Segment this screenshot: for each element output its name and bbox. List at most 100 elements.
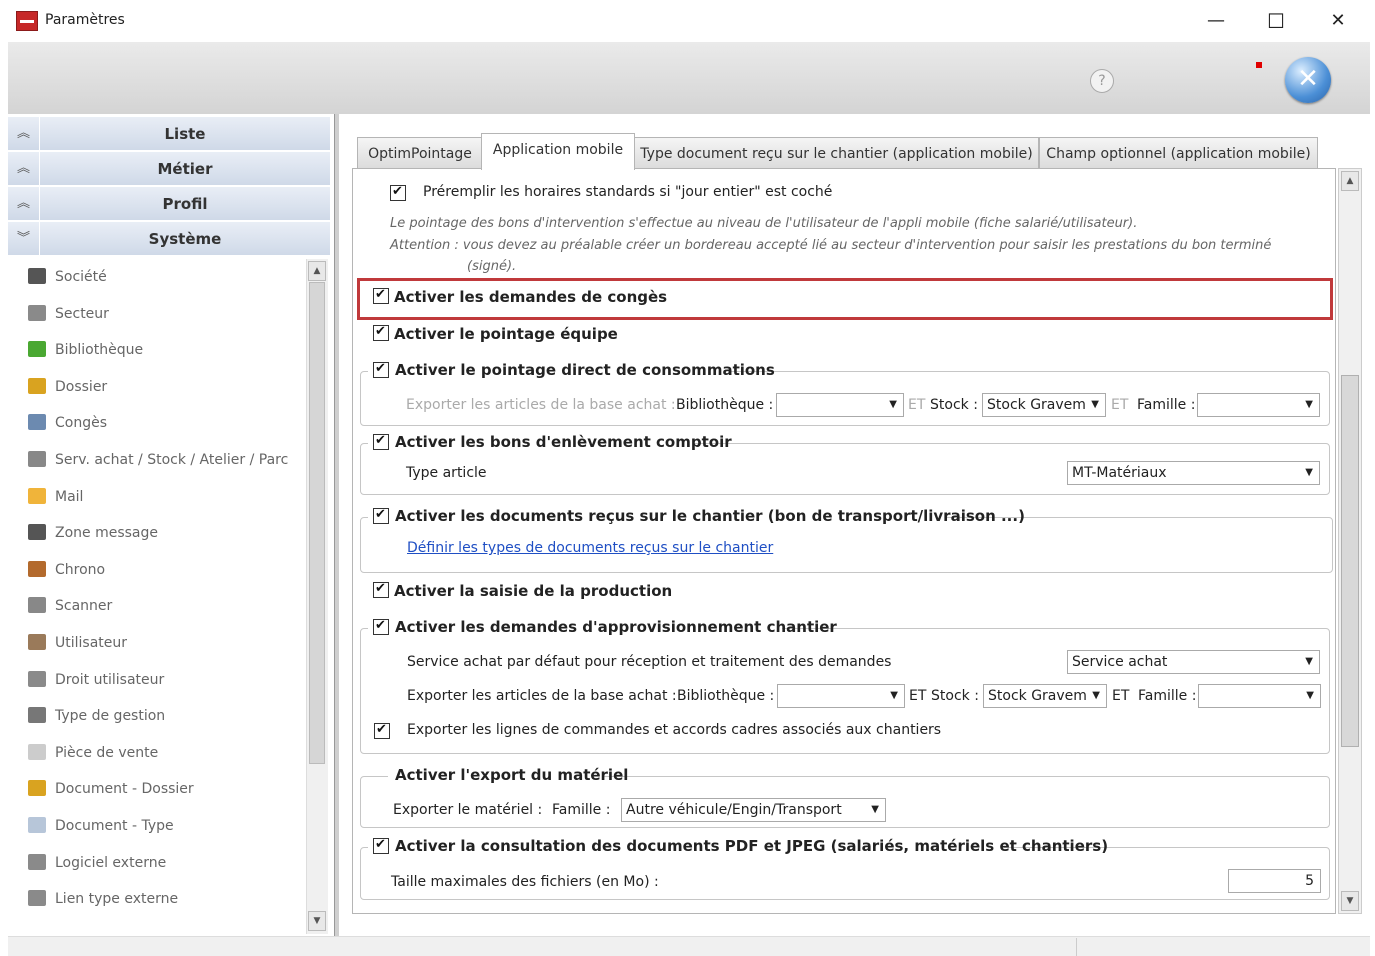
link-icon xyxy=(28,890,46,907)
stock-select-value: Stock Gravem xyxy=(988,688,1087,704)
content-scroll-thumb[interactable] xyxy=(1341,375,1359,747)
sidebar-item[interactable]: Lien type externe xyxy=(28,885,298,913)
sidebar-item[interactable]: Bibliothèque xyxy=(28,336,298,364)
sidebar-item-label: Lien type externe xyxy=(55,891,179,908)
building-icon xyxy=(28,268,46,284)
folder-icon xyxy=(28,377,46,394)
dropdown-arrow-icon: ▼ xyxy=(890,690,898,701)
scroll-up-arrow-icon[interactable]: ▲ xyxy=(1341,171,1359,191)
scroll-down-arrow-icon[interactable]: ▼ xyxy=(1341,891,1359,911)
team-clocking-checkbox[interactable] xyxy=(373,324,389,341)
dropdown-arrow-icon: ▼ xyxy=(1091,399,1099,410)
sidebar-item[interactable]: Document - Dossier xyxy=(28,775,298,803)
dropdown-arrow-icon: ▼ xyxy=(871,804,879,815)
sector-icon xyxy=(28,304,46,321)
direct-consumption-checkbox[interactable] xyxy=(373,361,389,378)
sidebar-item[interactable]: Logiciel externe xyxy=(28,849,298,877)
family-label: Famille : xyxy=(552,802,611,818)
supply-requests-label: Activer les demandes d'approvisionnement… xyxy=(395,618,837,636)
scroll-down-arrow-icon[interactable]: ▼ xyxy=(308,911,326,931)
tab-application-mobile[interactable]: Application mobile xyxy=(481,133,635,170)
dropdown-arrow-icon: ▼ xyxy=(1305,656,1313,667)
chevron-up-icon: ︽ xyxy=(8,187,40,221)
prefill-hours-checkbox[interactable] xyxy=(390,184,406,201)
library-select-1[interactable]: ▼ xyxy=(776,393,904,417)
sidebar-item[interactable]: Scanner xyxy=(28,592,298,620)
dropdown-arrow-icon: ▼ xyxy=(1305,467,1313,478)
family-select-2[interactable]: ▼ xyxy=(1198,684,1321,708)
equipment-family-select[interactable]: Autre véhicule/Engin/Transport ▼ xyxy=(621,798,886,822)
sidebar-item[interactable]: Zone message xyxy=(28,519,298,547)
sidebar-item[interactable]: Dossier xyxy=(28,373,298,401)
sidebar-item[interactable]: Droit utilisateur xyxy=(28,666,298,694)
counter-removal-checkbox[interactable] xyxy=(373,433,389,450)
equipment-family-value: Autre véhicule/Engin/Transport xyxy=(626,802,842,818)
sidebar-section-systeme[interactable]: ︾ Système xyxy=(8,222,330,256)
close-window-button[interactable]: ✕ xyxy=(1315,6,1361,36)
site-documents-checkbox[interactable] xyxy=(373,507,389,524)
pdf-consult-label: Activer la consultation des documents PD… xyxy=(395,837,1109,855)
export-order-lines-label: Exporter les lignes de commandes et acco… xyxy=(407,722,942,738)
note-line-1: Le pointage des bons d'intervention s'ef… xyxy=(390,216,1138,231)
stock-select-2[interactable]: Stock Gravem ▼ xyxy=(983,684,1107,708)
maximize-button[interactable]: ☐ xyxy=(1253,6,1299,36)
production-entry-checkbox[interactable] xyxy=(373,581,389,598)
sidebar-item-label: Secteur xyxy=(55,305,109,322)
sidebar-section-profil[interactable]: ︽ Profil xyxy=(8,187,330,221)
library-select-2[interactable]: ▼ xyxy=(777,684,905,708)
coin-icon xyxy=(28,743,46,760)
stock-label: Stock : xyxy=(930,397,978,413)
library-label: Bibliothèque : xyxy=(676,397,774,413)
supply-requests-checkbox[interactable] xyxy=(373,618,389,635)
max-file-size-label: Taille maximales des fichiers (en Mo) : xyxy=(391,874,659,890)
sidebar-item-label: Document - Dossier xyxy=(55,781,194,798)
close-settings-icon[interactable]: ✕ xyxy=(1285,57,1331,103)
help-icon[interactable]: ? xyxy=(1090,69,1114,93)
sidebar-item[interactable]: Type de gestion xyxy=(28,702,298,730)
purchase-service-select[interactable]: Service achat ▼ xyxy=(1067,650,1320,674)
title-bar: Paramètres — ☐ ✕ xyxy=(0,0,1375,42)
export-order-lines-checkbox[interactable] xyxy=(374,722,390,739)
counter-removal-label: Activer les bons d'enlèvement comptoir xyxy=(395,433,732,451)
sidebar-item[interactable]: Société xyxy=(28,263,298,291)
section-label: Profil xyxy=(162,195,208,213)
notification-dot xyxy=(1256,62,1262,68)
sidebar-item[interactable]: Secteur xyxy=(28,300,298,328)
pdf-consult-checkbox[interactable] xyxy=(373,837,389,854)
sidebar-item-label: Serv. achat / Stock / Atelier / Parc xyxy=(55,452,289,468)
sidebar-item-label: Logiciel externe xyxy=(55,854,167,871)
sidebar-scroll-thumb[interactable] xyxy=(309,282,325,764)
prefill-hours-label: Préremplir les horaires standards si "jo… xyxy=(423,184,833,200)
sidebar-item[interactable]: Serv. achat / Stock / Atelier / Parc xyxy=(28,446,298,474)
sidebar-item-label: Scanner xyxy=(55,598,113,615)
sidebar-item[interactable]: Congès xyxy=(28,409,298,437)
sidebar-item-label: Droit utilisateur xyxy=(55,671,165,688)
family-select-1[interactable]: ▼ xyxy=(1197,393,1320,417)
export-articles-label-disabled: Exporter les articles de la base achat : xyxy=(406,397,676,413)
sidebar-section-metier[interactable]: ︽ Métier xyxy=(8,152,330,186)
user-icon xyxy=(28,634,46,650)
document-icon xyxy=(28,817,46,833)
define-doc-types-link[interactable]: Définir les types de documents reçus sur… xyxy=(407,540,773,556)
scroll-up-arrow-icon[interactable]: ▲ xyxy=(308,261,326,281)
tab-type-document[interactable]: Type document reçu sur le chantier (appl… xyxy=(634,137,1039,169)
stock-select-1[interactable]: Stock Gravem ▼ xyxy=(982,393,1106,417)
library-label: Bibliothèque : xyxy=(677,688,775,704)
purchase-service-value: Service achat xyxy=(1072,654,1168,670)
sidebar-item[interactable]: Chrono xyxy=(28,556,298,584)
article-type-select[interactable]: MT-Matériaux ▼ xyxy=(1067,461,1320,485)
tab-optimpointage[interactable]: OptimPointage xyxy=(357,137,483,169)
minimize-button[interactable]: — xyxy=(1193,6,1239,36)
sidebar-item[interactable]: Document - Type xyxy=(28,812,298,840)
tab-champ-optionnel[interactable]: Champ optionnel (application mobile) xyxy=(1039,137,1318,169)
dropdown-arrow-icon: ▼ xyxy=(1092,690,1100,701)
splitter[interactable] xyxy=(334,114,339,936)
sidebar-item[interactable]: Utilisateur xyxy=(28,629,298,657)
chevron-down-icon: ︾ xyxy=(8,222,40,256)
max-file-size-input[interactable]: 5 xyxy=(1228,869,1321,893)
note-line-3: (signé). xyxy=(467,259,517,274)
sidebar-item[interactable]: Mail xyxy=(28,483,298,511)
sidebar-section-liste[interactable]: ︽ Liste xyxy=(8,117,330,151)
stock-select-value: Stock Gravem xyxy=(987,397,1086,413)
sidebar-item[interactable]: Pièce de vente xyxy=(28,739,298,767)
